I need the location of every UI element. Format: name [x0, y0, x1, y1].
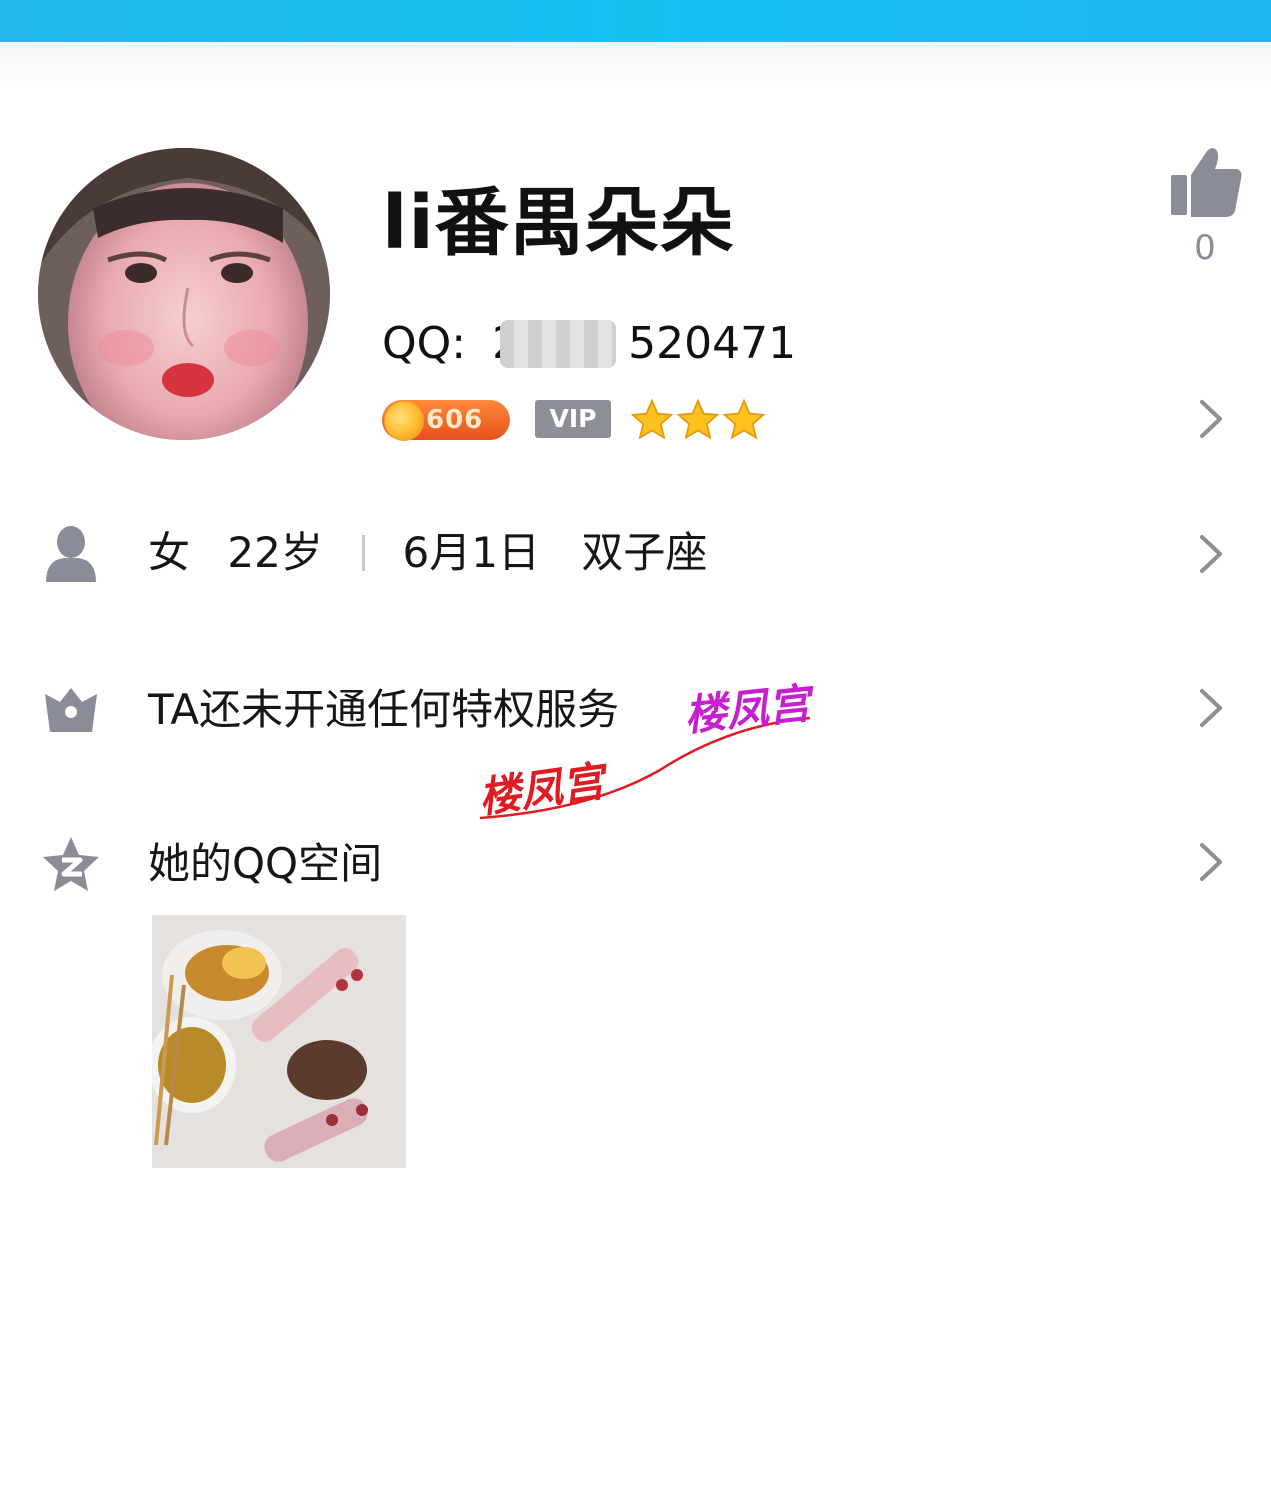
chevron-right-icon[interactable] — [1196, 686, 1226, 730]
level-badge[interactable]: 606 — [382, 400, 510, 441]
qzone-title: 她的QQ空间 — [148, 839, 383, 888]
avatar-photo — [38, 148, 330, 440]
info-text: 女 22岁 6月1日 双子座 — [148, 525, 707, 581]
divider — [362, 535, 366, 571]
chevron-right-icon[interactable] — [1196, 532, 1226, 576]
like-count: 0 — [1194, 228, 1216, 268]
qq-suffix: 520471 — [628, 318, 797, 369]
qzone-star-icon — [43, 837, 99, 891]
age: 22岁 — [227, 528, 323, 577]
chevron-right-icon[interactable] — [1196, 840, 1226, 884]
star-icon — [630, 398, 674, 440]
zodiac: 双子座 — [581, 528, 708, 577]
chevron-right-icon[interactable] — [1196, 397, 1226, 441]
profile-name: li番禺朵朵 — [382, 180, 735, 266]
avatar[interactable] — [38, 148, 330, 440]
top-status-bar — [0, 0, 1271, 42]
coin-icon — [384, 401, 424, 441]
person-icon — [46, 526, 96, 582]
header-bar — [0, 42, 1271, 88]
vip-badge[interactable]: VIP — [535, 400, 611, 438]
qq-blur-mask — [500, 320, 616, 368]
qzone-photo-thumbnail[interactable] — [152, 915, 406, 1168]
qq-label: QQ: — [382, 318, 467, 369]
crown-icon — [45, 688, 97, 732]
gender: 女 — [148, 528, 191, 577]
star-icon — [722, 398, 766, 440]
thumbs-up-icon[interactable] — [1165, 145, 1245, 220]
birthday: 6月1日 — [402, 528, 540, 577]
star-icon — [676, 398, 720, 440]
profile-page: li番禺朵朵 QQ: 2520471 606 VIP 0 女 22岁 6月1日 — [0, 0, 1271, 1508]
level-number: 606 — [426, 405, 484, 435]
food-photo — [152, 915, 406, 1168]
